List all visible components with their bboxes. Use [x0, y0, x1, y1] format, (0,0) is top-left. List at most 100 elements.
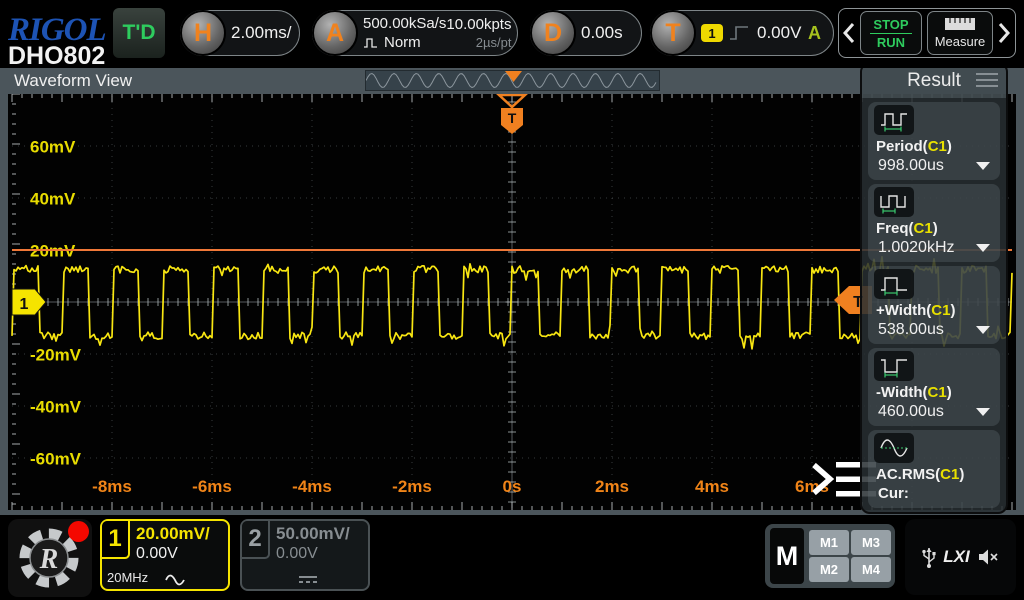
math-buttons: M1 M3 M2 M4 [809, 530, 891, 582]
lxi-label: LXI [943, 547, 969, 567]
horizontal-knob[interactable]: H [180, 10, 226, 56]
measurement-label: AC.RMS(C1) [876, 466, 964, 483]
math1-button[interactable]: M1 [809, 530, 849, 555]
chevron-right-icon[interactable] [998, 21, 1010, 45]
memory-depth-value: 10.00kpts [446, 16, 511, 33]
waveform-band: Waveform View 60mV40mV20mV-20mV-40mV-60m… [0, 68, 1024, 515]
trigger-button[interactable]: T 1 0.00V A [650, 10, 834, 56]
measure-button[interactable]: Measure [927, 11, 993, 55]
measurement-pos-width[interactable]: +Width(C1) 538.00us [868, 266, 1000, 344]
horizontal-timebase-button[interactable]: H 2.00ms/ [180, 10, 300, 56]
svg-text:60mV: 60mV [30, 138, 76, 157]
result-panel-header: Result [862, 64, 1006, 98]
neg-width-icon [874, 351, 914, 381]
channel2-badge: 2 [242, 521, 270, 559]
acquire-right-column: 10.00kpts 2µs/pt [446, 16, 523, 50]
svg-text:1: 1 [20, 296, 29, 313]
svg-text:0s: 0s [503, 477, 522, 496]
chevron-down-icon[interactable] [976, 326, 990, 334]
ac-coupling-icon [164, 573, 188, 586]
channel1-bandwidth: 20MHz [107, 570, 148, 585]
status-tile: LXI [905, 519, 1016, 595]
horizontal-position-strip[interactable] [365, 70, 660, 91]
math-label[interactable]: M [770, 528, 804, 584]
measurement-freq[interactable]: Freq(C1) 1.0020kHz [868, 184, 1000, 262]
oscilloscope-screen: RIGOL DHO802 T'D H 2.00ms/ A 500.00kSa/s… [0, 0, 1024, 600]
measurement-label: -Width(C1) [876, 384, 952, 401]
measurement-value: 998.00us [878, 157, 944, 175]
chevron-down-icon[interactable] [976, 408, 990, 416]
measurement-list: Period(C1) 998.00us Freq(C1) 1.0020kHz [862, 98, 1006, 514]
svg-text:-60mV: -60mV [30, 450, 82, 469]
delay-knob[interactable]: D [530, 10, 576, 56]
channel2-scale: 50.00mV/ [276, 524, 350, 544]
svg-text:-4ms: -4ms [292, 477, 332, 496]
math3-button[interactable]: M3 [851, 530, 891, 555]
measurement-value: 538.00us [878, 321, 944, 339]
pos-width-icon [874, 269, 914, 299]
svg-text:-40mV: -40mV [30, 398, 82, 417]
channel1-card[interactable]: 1 20.00mV/ 0.00V 20MHz [100, 519, 230, 591]
trigger-sweep-mode: A [808, 23, 833, 44]
trigger-status-badge: T'D [113, 8, 165, 58]
measurement-ac-rms[interactable]: AC.RMS(C1) Cur: [868, 430, 1000, 508]
menu-icon[interactable] [976, 73, 998, 91]
ac-rms-icon [874, 433, 914, 463]
delay-value: 0.00s [581, 23, 623, 43]
quick-menu-cluster: STOP RUN Measure [838, 8, 1016, 58]
acquire-mode-value: Norm [384, 34, 421, 51]
chevron-down-icon[interactable] [976, 162, 990, 170]
dc-coupling-icon [296, 573, 320, 586]
channel1-offset: 0.00V [136, 545, 178, 563]
chevron-down-icon[interactable] [976, 244, 990, 252]
math4-button[interactable]: M4 [851, 557, 891, 582]
channel1-badge: 1 [102, 521, 130, 559]
measurement-cur-label: Cur: [878, 485, 909, 502]
measurement-neg-width[interactable]: -Width(C1) 460.00us [868, 348, 1000, 426]
delay-button[interactable]: D 0.00s [530, 10, 642, 56]
measurement-label: Freq(C1) [876, 220, 938, 237]
measure-label: Measure [935, 34, 986, 49]
trigger-knob[interactable]: T [650, 10, 696, 56]
acquire-button[interactable]: A 500.00kSa/s Norm 10.00kpts 2µs/pt [312, 10, 518, 56]
acquire-left-column: 500.00kSa/s Norm [363, 15, 446, 51]
math2-button[interactable]: M2 [809, 557, 849, 582]
usb-icon [922, 545, 936, 569]
notification-dot [68, 521, 89, 542]
timebase-value: 2.00ms/ [231, 23, 291, 43]
math-panel: M M1 M3 M2 M4 [765, 524, 895, 588]
svg-text:-6ms: -6ms [192, 477, 232, 496]
run-label: RUN [877, 35, 905, 50]
pulse-icon [363, 37, 380, 48]
svg-text:-20mV: -20mV [30, 346, 82, 365]
rigol-gear-button[interactable]: R [8, 519, 92, 597]
stop-label: STOP [873, 17, 908, 32]
tab-waveform-view[interactable]: Waveform View [14, 71, 132, 91]
chevron-left-icon[interactable] [843, 21, 855, 45]
trigger-level-value: 0.00V [757, 23, 801, 43]
measurement-value: 460.00us [878, 403, 944, 421]
svg-text:40mV: 40mV [30, 190, 76, 209]
period-icon [874, 105, 914, 135]
svg-text:T: T [508, 110, 517, 126]
trigger-position-indicator-icon [366, 71, 659, 83]
svg-text:R: R [39, 544, 59, 575]
trigger-source-badge: 1 [701, 24, 723, 42]
resolution-value: 2µs/pt [476, 35, 512, 50]
measurement-period[interactable]: Period(C1) 998.00us [868, 102, 1000, 180]
svg-text:4ms: 4ms [695, 477, 729, 496]
ruler-icon [944, 17, 976, 31]
channel1-scale: 20.00mV/ [136, 524, 210, 544]
bottom-toolbar: R 1 20.00mV/ 0.00V 20MHz 2 50.00mV/ 0.00… [0, 515, 1024, 600]
result-panel[interactable]: Result Period(C1) 998.00us [860, 62, 1008, 514]
svg-text:-8ms: -8ms [92, 477, 132, 496]
model-label: DHO802 [8, 42, 105, 71]
channel1-marker[interactable]: 1 [12, 289, 46, 315]
rising-edge-icon [729, 25, 749, 41]
acquire-knob[interactable]: A [312, 10, 358, 56]
measurement-label: +Width(C1) [876, 302, 955, 319]
stop-run-button[interactable]: STOP RUN [860, 11, 922, 55]
channel2-card[interactable]: 2 50.00mV/ 0.00V [240, 519, 370, 591]
top-toolbar: RIGOL DHO802 T'D H 2.00ms/ A 500.00kSa/s… [0, 0, 1024, 68]
freq-icon [874, 187, 914, 217]
